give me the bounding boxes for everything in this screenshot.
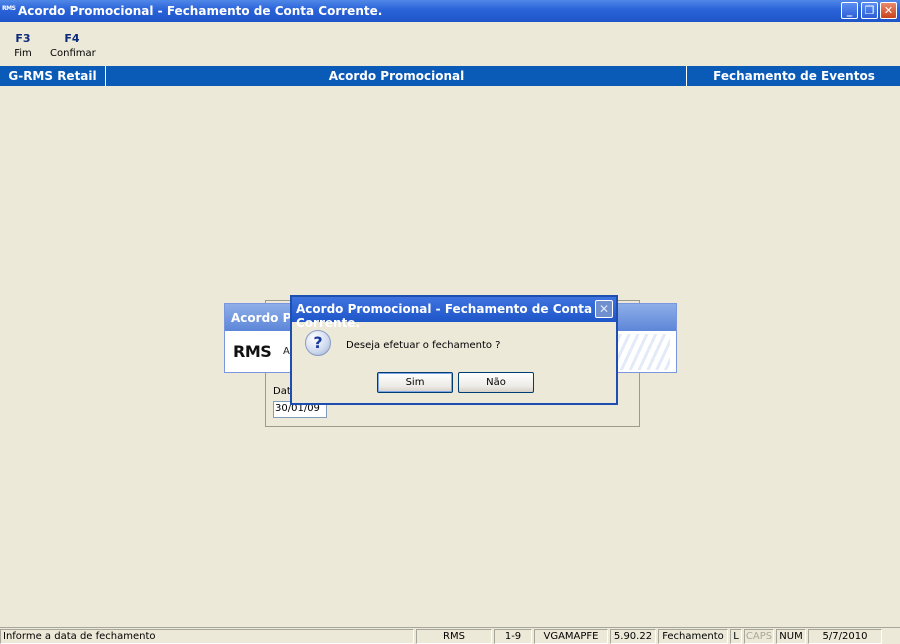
question-icon: ? bbox=[305, 330, 331, 356]
close-button[interactable]: ✕ bbox=[880, 2, 897, 19]
fim-label: Fim bbox=[14, 48, 32, 59]
status-caps: CAPS bbox=[744, 629, 774, 644]
status-num: NUM bbox=[776, 629, 806, 644]
status-module: Fechamento bbox=[658, 629, 728, 644]
confirmar-label: Confimar bbox=[50, 48, 96, 59]
status-system: RMS bbox=[416, 629, 492, 644]
status-version: 5.90.22 bbox=[610, 629, 656, 644]
yes-button[interactable]: Sim bbox=[377, 372, 453, 393]
status-l: L bbox=[730, 629, 742, 644]
status-company: 1-9 bbox=[494, 629, 532, 644]
window-title: Acordo Promocional - Fechamento de Conta… bbox=[18, 4, 383, 18]
status-user: VGAMAPFE bbox=[534, 629, 608, 644]
header-band: G-RMS Retail Acordo Promocional Fechamen… bbox=[0, 66, 900, 86]
app-icon: RMS bbox=[2, 5, 16, 12]
title-bar: RMS Acordo Promocional - Fechamento de C… bbox=[0, 0, 900, 22]
status-message: Informe a data de fechamento bbox=[0, 629, 414, 644]
status-bar: Informe a data de fechamento RMS 1-9 VGA… bbox=[0, 627, 900, 644]
toolbar: F3 Fim F4 Confimar bbox=[0, 22, 900, 66]
dialog-close-button[interactable]: ✕ bbox=[595, 300, 613, 318]
toolbar-fim-button[interactable]: F3 Fim bbox=[10, 32, 36, 59]
restore-button[interactable]: ❐ bbox=[861, 2, 878, 19]
splash-decoration bbox=[610, 334, 670, 370]
toolbar-confirmar-button[interactable]: F4 Confimar bbox=[50, 32, 96, 59]
f3-key-label: F3 bbox=[15, 32, 31, 45]
confirm-dialog: Acordo Promocional - Fechamento de Conta… bbox=[290, 295, 618, 405]
dialog-title: Acordo Promocional - Fechamento de Conta… bbox=[292, 297, 616, 330]
splash-text: A bbox=[283, 346, 290, 357]
rms-logo: RMS bbox=[233, 342, 272, 361]
band-module-name: Acordo Promocional bbox=[107, 66, 687, 86]
band-function-name: Fechamento de Eventos bbox=[713, 69, 875, 83]
status-date: 5/7/2010 bbox=[808, 629, 882, 644]
minimize-button[interactable]: _ bbox=[841, 2, 858, 19]
dialog-message: Deseja efetuar o fechamento ? bbox=[346, 340, 501, 351]
band-app-name: G-RMS Retail bbox=[0, 66, 106, 86]
f4-key-label: F4 bbox=[64, 32, 80, 45]
no-button[interactable]: Não bbox=[458, 372, 534, 393]
